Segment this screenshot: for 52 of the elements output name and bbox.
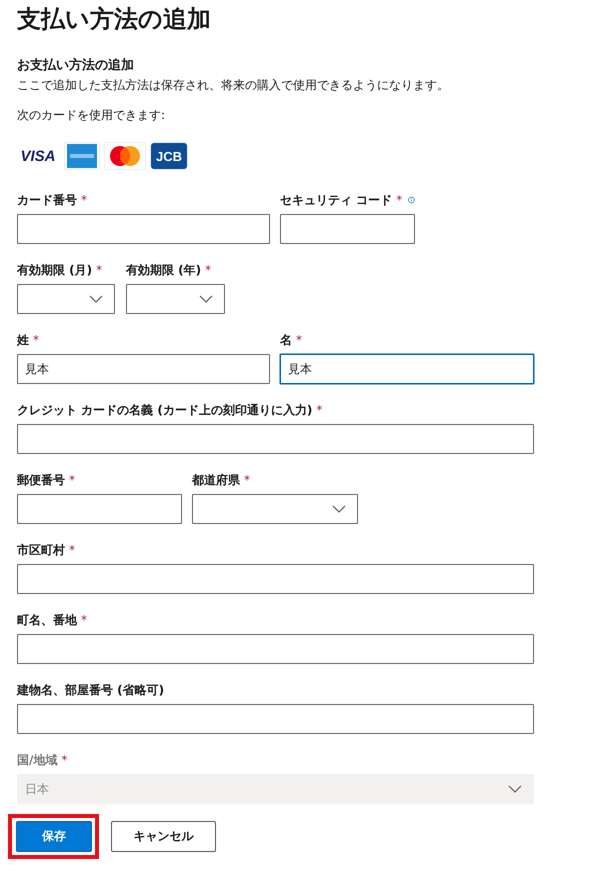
required-mark: * (81, 613, 87, 627)
text-field[interactable]: 見本 (280, 354, 534, 384)
dropdown[interactable] (17, 284, 115, 314)
field-label: 町名、番地 (17, 612, 77, 628)
text-field[interactable]: 見本 (17, 354, 270, 384)
required-mark: * (81, 193, 87, 207)
field-label: カード番号 (17, 192, 77, 208)
section-heading: お支払い方法の追加 (17, 56, 135, 75)
card-logo: VISA (19, 146, 56, 166)
field-label: 市区町村 (17, 542, 65, 558)
chevron-down-icon (332, 505, 346, 513)
text-field[interactable] (17, 214, 270, 244)
text-field[interactable] (17, 564, 534, 594)
page-title: 支払い方法の追加 (17, 4, 212, 35)
text-field[interactable] (17, 704, 534, 734)
required-mark: * (33, 333, 39, 347)
required-mark: * (296, 333, 302, 347)
description-text: ここで追加した支払方法は保存され、将来の購入で使用できるようになります。 (17, 77, 450, 94)
field-label: 有効期限 (年) (126, 262, 202, 278)
text-field[interactable] (280, 214, 415, 244)
field-label: 名 (280, 332, 292, 348)
text-field[interactable] (17, 494, 182, 524)
card-logo (105, 143, 145, 169)
save-button[interactable]: 保存 (16, 821, 92, 852)
required-mark: * (244, 473, 250, 487)
required-mark: * (96, 263, 102, 277)
field-label: 有効期限 (月) (17, 262, 92, 278)
required-mark: * (396, 193, 402, 207)
field-label: セキュリティ コード (280, 192, 392, 208)
dropdown-value: 日本 (25, 780, 49, 798)
field-label: 国/地域 (17, 752, 58, 768)
required-mark: * (316, 403, 322, 417)
cancel-button[interactable]: キャンセル (111, 821, 216, 852)
text-field[interactable] (17, 424, 534, 454)
chevron-down-icon (89, 295, 103, 303)
chevron-down-icon (508, 785, 522, 793)
chevron-down-icon (199, 295, 213, 303)
field-label: クレジット カードの名義 (カード上の刻印通りに入力) (17, 402, 312, 418)
card-logo: JCB (151, 143, 187, 169)
field-label: 建物名、部屋番号 (省略可) (17, 682, 164, 698)
accepted-cards-label: 次のカードを使用できます: (17, 107, 166, 124)
dropdown[interactable] (192, 494, 358, 524)
field-label: 郵便番号 (17, 472, 65, 488)
card-logo (65, 143, 99, 169)
required-mark: * (205, 263, 212, 277)
required-mark: * (61, 753, 68, 767)
field-label: 姓 (17, 332, 29, 348)
dropdown[interactable] (126, 284, 225, 314)
field-label: 都道府県 (192, 472, 240, 488)
text-field[interactable] (17, 634, 534, 664)
required-mark: * (69, 473, 75, 487)
required-mark: * (69, 543, 75, 557)
